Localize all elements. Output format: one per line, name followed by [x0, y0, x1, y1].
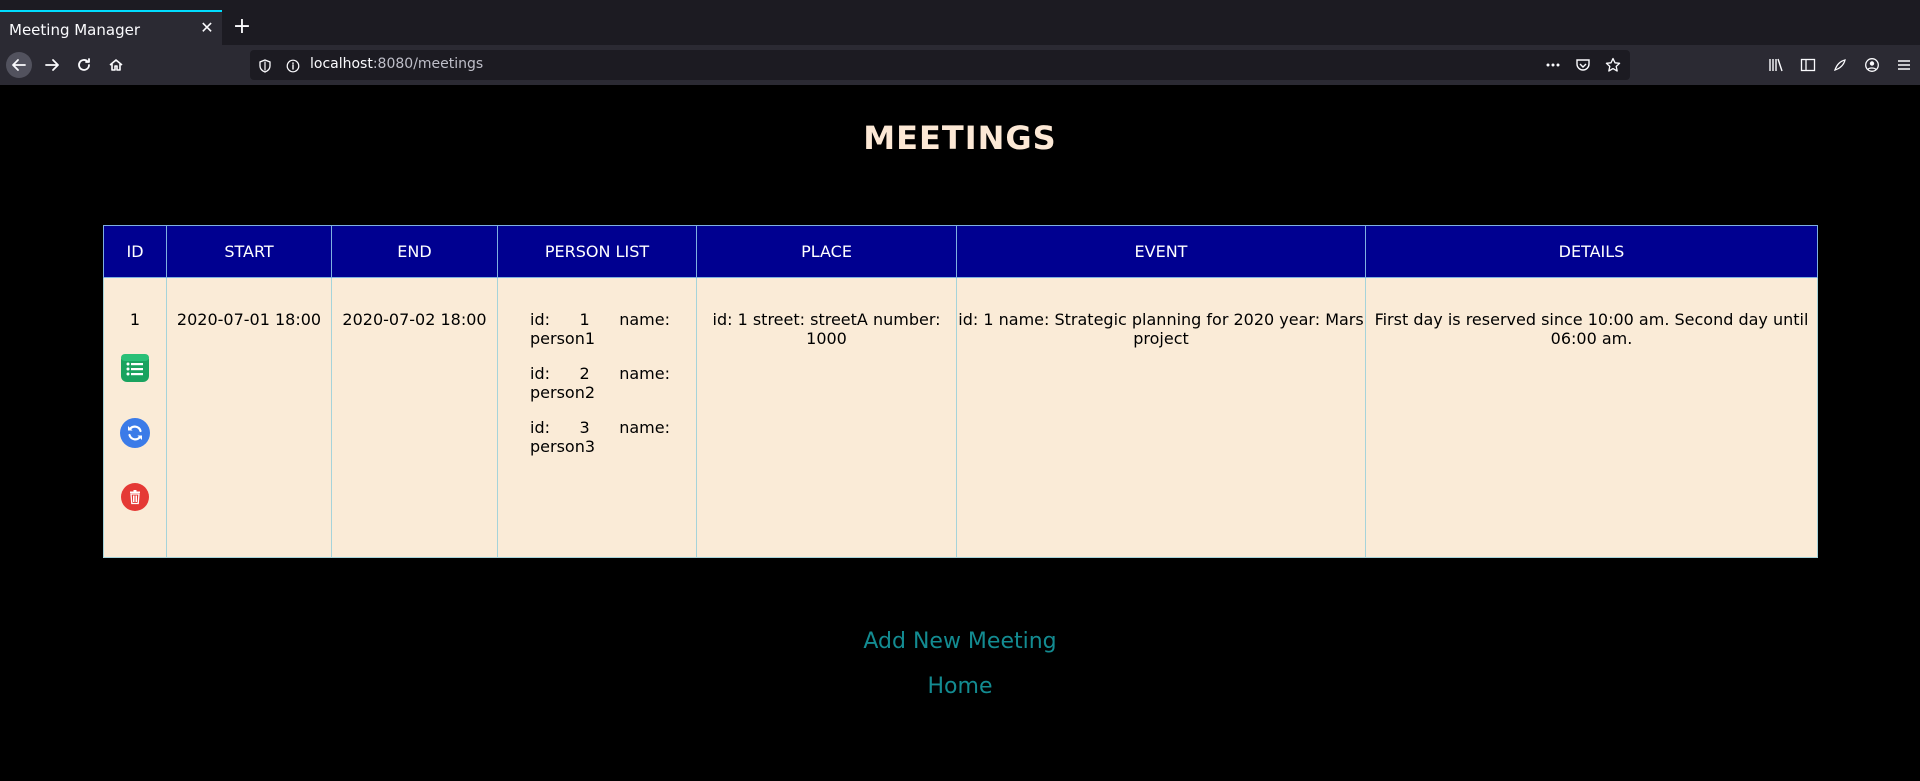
meetings-table: ID START END PERSON LIST PLACE EVENT DET… [103, 225, 1818, 558]
reload-icon[interactable] [71, 52, 97, 78]
url-text: localhost:8080/meetings [310, 56, 483, 72]
bookmark-star-icon[interactable] [1604, 56, 1622, 74]
page-title: MEETINGS [863, 119, 1057, 157]
column-header-person-list: PERSON LIST [497, 225, 697, 278]
column-header-id: ID [103, 225, 167, 278]
pocket-icon[interactable] [1574, 56, 1592, 74]
navigation-toolbar: localhost:8080/meetings [0, 45, 1920, 85]
cell-start: 2020-07-01 18:00 [166, 277, 332, 558]
add-new-meeting-link[interactable]: Add New Meeting [863, 629, 1056, 654]
url-host: localhost [310, 56, 373, 72]
toolbar-right-buttons [1760, 52, 1920, 78]
page-content: MEETINGS ID START END PERSON LIST PLACE … [0, 85, 1920, 781]
delete-button[interactable] [121, 483, 149, 511]
refresh-icon [128, 425, 142, 441]
trash-icon [130, 490, 140, 505]
new-tab-icon[interactable]: + [231, 16, 253, 38]
column-header-end: END [331, 225, 498, 278]
person-entry: id: 3 name: person3 [530, 418, 670, 456]
tab-title: Meeting Manager [9, 21, 140, 39]
meeting-id: 1 [129, 310, 141, 329]
home-link[interactable]: Home [928, 674, 993, 699]
menu-icon[interactable] [1888, 52, 1920, 78]
url-path: :8080/meetings [372, 56, 484, 72]
page-links: Add New Meeting Home [0, 629, 1920, 719]
site-info-icon[interactable] [286, 58, 300, 77]
cell-id: 1 [103, 277, 167, 558]
library-icon[interactable] [1760, 52, 1792, 78]
home-icon[interactable] [103, 52, 129, 78]
tracking-shield-icon[interactable] [258, 58, 272, 77]
tab-bar: Meeting Manager ✕ + [0, 10, 1920, 45]
page-actions-icon[interactable] [1544, 56, 1562, 74]
list-icon [121, 354, 149, 382]
address-bar[interactable]: localhost:8080/meetings [250, 50, 1630, 80]
sidebar-icon[interactable] [1792, 52, 1824, 78]
cell-place: id: 1 street: streetA number: 1000 [696, 277, 957, 558]
table-header-row: ID START END PERSON LIST PLACE EVENT DET… [103, 225, 1818, 278]
close-tab-icon[interactable]: ✕ [198, 19, 216, 37]
column-header-start: START [166, 225, 332, 278]
column-header-details: DETAILS [1365, 225, 1818, 278]
window-top-strip [0, 0, 1920, 10]
forward-arrow-icon[interactable] [39, 52, 65, 78]
column-header-place: PLACE [696, 225, 957, 278]
update-button[interactable] [120, 418, 150, 448]
back-arrow-icon[interactable] [6, 52, 32, 78]
url-actions [1544, 56, 1622, 74]
tab-meeting-manager[interactable]: Meeting Manager ✕ [0, 10, 222, 45]
details-button[interactable] [120, 353, 150, 383]
extension-icon[interactable] [1824, 52, 1856, 78]
cell-person-list: id: 1 name: person1 id: 2 name: person2 … [497, 277, 697, 558]
person-entry: id: 1 name: person1 [530, 310, 670, 348]
cell-event: id: 1 name: Strategic planning for 2020 … [956, 277, 1366, 558]
person-entry: id: 2 name: person2 [530, 364, 670, 402]
cell-end: 2020-07-02 18:00 [331, 277, 498, 558]
column-header-event: EVENT [956, 225, 1366, 278]
row-actions: 1 [105, 310, 165, 511]
table-row: 1 2020-07-01 18:00 2020-07-02 18:00 id: … [103, 277, 1818, 558]
account-icon[interactable] [1856, 52, 1888, 78]
cell-details: First day is reserved since 10:00 am. Se… [1365, 277, 1818, 558]
